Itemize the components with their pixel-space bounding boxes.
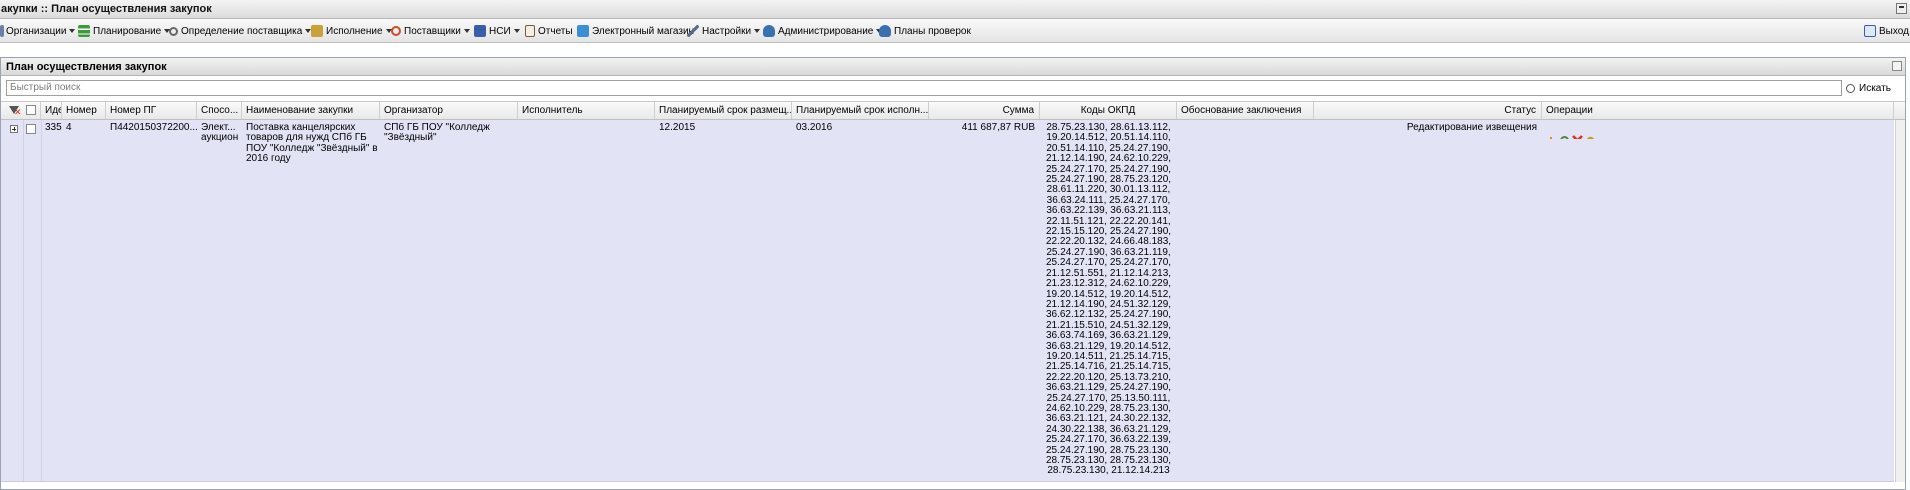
menu-nsi[interactable]: НСИ <box>474 24 520 38</box>
delete-icon[interactable] <box>1572 125 1583 139</box>
menu-supplier-selection[interactable]: Определение поставщика <box>169 24 312 38</box>
menu-suppliers[interactable]: Поставщики <box>391 24 470 38</box>
shop-icon <box>577 25 589 37</box>
cell-okpd-codes: 28.75.23.130, 28.61.13.112, 19.20.14.512… <box>1045 123 1172 477</box>
column-header-number[interactable]: Номер <box>62 102 106 119</box>
row-checkbox[interactable] <box>26 124 36 134</box>
gear-icon <box>169 26 178 36</box>
main-menubar: Организации Планирование Определение пос… <box>0 19 1910 43</box>
close-icon: ✕ <box>14 107 22 117</box>
column-header-pg-number[interactable]: Номер ПГ <box>106 102 197 119</box>
column-header-operations[interactable]: Операции <box>1542 102 1894 119</box>
column-header-method[interactable]: Спосо... <box>197 102 242 119</box>
panel-title: План осуществления закупок <box>6 61 167 73</box>
menu-planning[interactable]: Планирование <box>78 24 171 38</box>
chart-icon[interactable] <box>1546 125 1557 139</box>
column-header-id[interactable]: Иде <box>41 102 62 119</box>
column-header-status[interactable]: Статус <box>1314 102 1542 119</box>
search-input[interactable]: Быстрый поиск <box>6 80 1842 96</box>
refresh-gear-icon[interactable] <box>1559 125 1570 139</box>
menu-settings[interactable]: Настройки <box>687 24 761 38</box>
column-divider <box>41 120 42 481</box>
chevron-down-icon <box>69 29 76 33</box>
quick-search-bar: Быстрый поиск Искать <box>1 77 1905 99</box>
procurement-plan-panel: План осуществления закупок Быстрый поиск… <box>0 57 1906 490</box>
column-header-execution-date[interactable]: Планируемый срок исполн... <box>792 102 929 119</box>
vertical-scrollbar[interactable] <box>1895 120 1905 482</box>
panel-header: План осуществления закупок <box>1 58 1905 76</box>
select-all-checkbox[interactable] <box>26 105 36 115</box>
column-header-organizer[interactable]: Организатор <box>380 102 518 119</box>
column-header-placement-date[interactable]: Планируемый срок размещ... <box>655 102 792 119</box>
planning-icon <box>78 25 90 37</box>
search-button[interactable]: Искать <box>1846 80 1891 96</box>
cell-placement-date: 12.2015 <box>659 123 696 133</box>
cell-organizer: СПб ГБ ПОУ "Колледж "Звёздный" <box>384 123 490 144</box>
search-icon <box>1846 83 1855 93</box>
admin-user-icon <box>763 25 775 37</box>
cell-method: Элект... аукцион <box>201 123 239 144</box>
menu-administration[interactable]: Администрирование <box>763 24 883 38</box>
logout-button[interactable]: Выход <box>1864 24 1909 38</box>
table-row[interactable]: 335 4 П4420150372200... Элект... аукцион… <box>1 120 1894 482</box>
cell-name: Поставка канцелярских товаров для нужд С… <box>246 123 378 165</box>
column-header-executor[interactable]: Исполнитель <box>518 102 655 119</box>
cell-sum: 411 687,87 RUB <box>961 123 1035 133</box>
clear-filter-button[interactable]: ✕ <box>1 102 23 119</box>
select-all-cell <box>23 102 41 119</box>
menu-reports[interactable]: Отчеты <box>525 24 573 38</box>
column-header-sum[interactable]: Сумма <box>929 102 1040 119</box>
execution-icon <box>311 25 323 37</box>
cell-pg-number: П4420150372200... <box>110 123 197 133</box>
cell-id: 335 <box>45 123 62 133</box>
cell-operations <box>1542 123 1894 139</box>
chevron-down-icon <box>463 29 470 33</box>
column-header-name[interactable]: Наименование закупки <box>242 102 380 119</box>
menu-inspection-plans[interactable]: Планы проверок <box>879 24 971 38</box>
window-title: акупки :: План осуществления закупок <box>1 3 212 15</box>
column-divider <box>23 120 24 481</box>
cell-number: 4 <box>66 123 72 133</box>
column-header-justification[interactable]: Обоснование заключения <box>1177 102 1314 119</box>
menu-execution[interactable]: Исполнение <box>311 24 392 38</box>
minimize-icon[interactable] <box>1896 3 1907 14</box>
reports-icon <box>525 25 535 37</box>
inspection-user-icon <box>879 25 891 37</box>
chevron-down-icon <box>754 29 761 33</box>
wrench-icon <box>687 25 699 37</box>
expand-row-icon[interactable] <box>10 125 18 133</box>
cell-status: Редактирование извещения <box>1406 123 1537 133</box>
grid-header: ✕ Иде Номер Номер ПГ Спосо... Наименован… <box>1 101 1905 120</box>
menu-eshop[interactable]: Электронный магазин <box>577 24 694 38</box>
org-icon <box>0 25 4 37</box>
nsi-icon <box>474 25 486 37</box>
cell-execution-date: 03.2016 <box>796 123 833 133</box>
menu-organizations[interactable]: Организации <box>0 24 76 38</box>
logout-icon <box>1864 25 1876 37</box>
column-header-okpd[interactable]: Коды ОКПД <box>1040 102 1177 119</box>
suppliers-icon <box>391 26 401 36</box>
window-titlebar: акупки :: План осуществления закупок <box>0 0 1910 19</box>
chevron-down-icon <box>513 29 520 33</box>
refresh-icon[interactable] <box>1892 61 1902 71</box>
settings-icon[interactable] <box>1585 125 1596 139</box>
